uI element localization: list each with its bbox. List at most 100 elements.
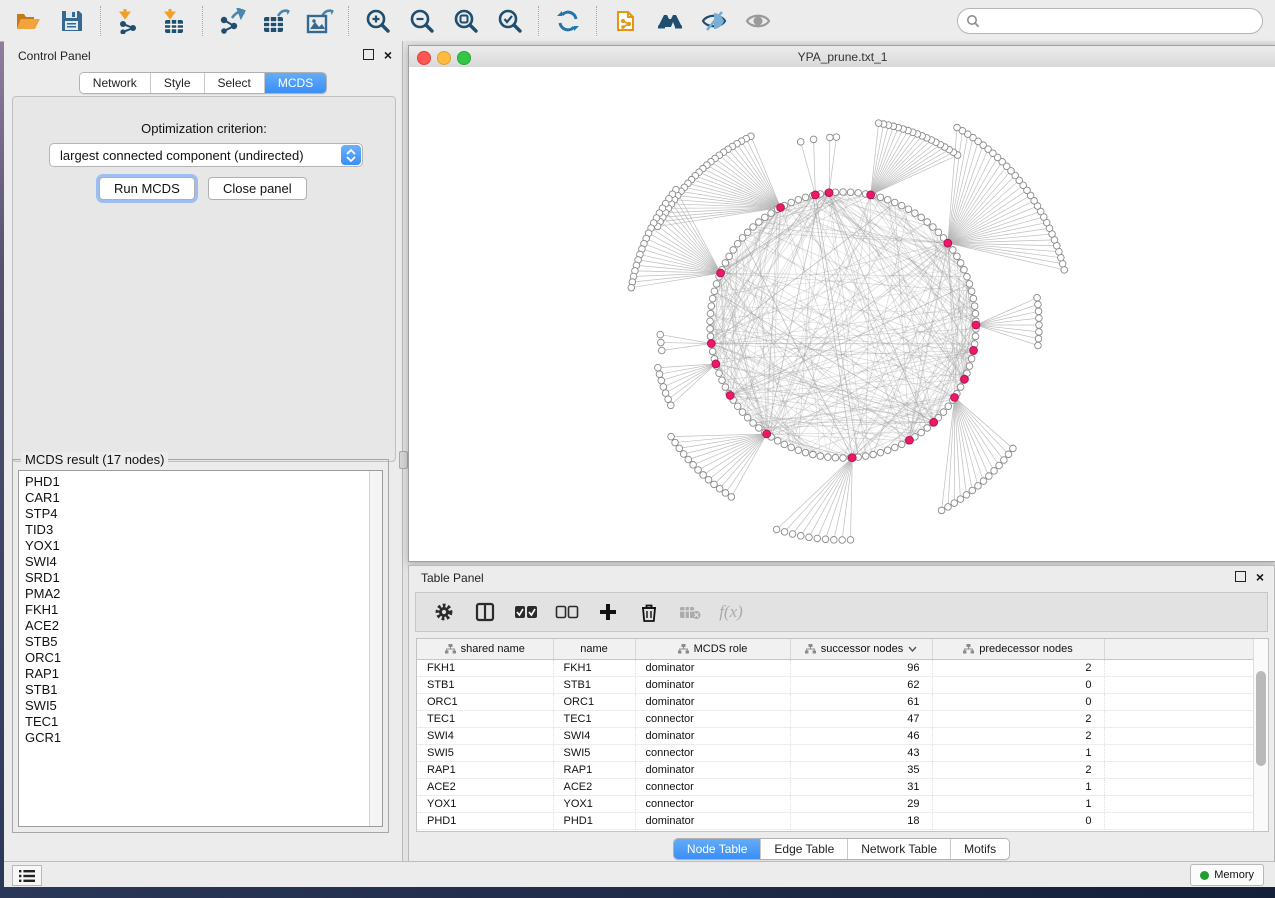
graph-node[interactable] (968, 288, 975, 295)
search-network-icon[interactable] (655, 7, 685, 35)
graph-leaf-node[interactable] (773, 526, 780, 533)
optimization-criterion-select[interactable]: largest connected component (undirected) (49, 143, 363, 167)
graph-hub-node[interactable] (961, 375, 969, 383)
tab-select[interactable]: Select (205, 73, 265, 93)
graph-leaf-node[interactable] (938, 507, 945, 514)
table-row[interactable]: RAP1RAP1dominator352 (417, 762, 1254, 779)
graph-node[interactable] (945, 403, 952, 410)
graph-leaf-node[interactable] (980, 478, 987, 485)
graph-node[interactable] (817, 453, 824, 460)
graph-leaf-node[interactable] (1034, 294, 1041, 301)
list-item[interactable]: ACE2 (25, 618, 382, 634)
graph-node[interactable] (756, 425, 763, 432)
graph-leaf-node[interactable] (690, 462, 697, 469)
graph-node[interactable] (756, 219, 763, 226)
graph-leaf-node[interactable] (975, 483, 982, 490)
scrollbar-thumb[interactable] (1256, 671, 1266, 766)
graph-node[interactable] (940, 409, 947, 416)
graph-hub-node[interactable] (712, 360, 720, 368)
network-window-titlebar[interactable]: YPA_prune.txt_1 (409, 46, 1275, 68)
graph-leaf-node[interactable] (1035, 308, 1042, 315)
graph-hub-node[interactable] (944, 239, 952, 247)
graph-leaf-node[interactable] (656, 371, 663, 378)
graph-node[interactable] (810, 451, 817, 458)
graph-leaf-node[interactable] (814, 535, 821, 542)
graph-node[interactable] (711, 288, 718, 295)
deselect-all-icon[interactable] (555, 600, 579, 624)
search-box[interactable] (957, 8, 1263, 34)
table-row[interactable]: FKH1FKH1dominator962 (417, 660, 1254, 677)
graph-leaf-node[interactable] (722, 490, 729, 497)
graph-node[interactable] (972, 310, 979, 317)
list-item[interactable]: PHD1 (25, 474, 382, 490)
graph-leaf-node[interactable] (991, 468, 998, 475)
graph-node[interactable] (840, 189, 847, 196)
graph-node[interactable] (847, 189, 854, 196)
graph-leaf-node[interactable] (945, 504, 952, 511)
list-item[interactable]: TID3 (25, 522, 382, 538)
graph-node[interactable] (709, 348, 716, 355)
list-item[interactable]: YOX1 (25, 538, 382, 554)
graph-node[interactable] (707, 310, 714, 317)
graph-node[interactable] (924, 425, 931, 432)
graph-node[interactable] (918, 214, 925, 221)
tab-motifs[interactable]: Motifs (951, 839, 1009, 859)
select-all-icon[interactable] (514, 600, 538, 624)
graph-node[interactable] (898, 202, 905, 209)
column-header-mcds-role[interactable]: MCDS role (635, 639, 790, 660)
graph-node[interactable] (954, 253, 961, 260)
graph-leaf-node[interactable] (822, 536, 829, 543)
graph-hub-node[interactable] (777, 204, 785, 212)
network-canvas[interactable] (409, 67, 1275, 561)
list-item[interactable]: TEC1 (25, 714, 382, 730)
tab-mcds[interactable]: MCDS (265, 73, 326, 93)
graph-leaf-node[interactable] (781, 529, 788, 536)
graph-leaf-node[interactable] (827, 134, 834, 141)
graph-hub-node[interactable] (972, 321, 980, 329)
graph-leaf-node[interactable] (847, 537, 854, 544)
graph-node[interactable] (750, 224, 757, 231)
graph-leaf-node[interactable] (1035, 342, 1042, 349)
graph-node[interactable] (781, 441, 788, 448)
graph-node[interactable] (957, 384, 964, 391)
zoom-out-icon[interactable] (407, 7, 437, 35)
graph-node[interactable] (734, 403, 741, 410)
graph-leaf-node[interactable] (711, 481, 718, 488)
table-vertical-scrollbar[interactable] (1253, 639, 1268, 831)
run-mcds-button[interactable]: Run MCDS (99, 177, 195, 200)
graph-leaf-node[interactable] (695, 467, 702, 474)
mcds-scrollbar[interactable] (369, 471, 382, 826)
graph-node[interactable] (788, 444, 795, 451)
table-row[interactable]: STB1STB1dominator620 (417, 677, 1254, 694)
graph-hub-node[interactable] (930, 418, 938, 426)
table-row[interactable]: ACE2ACE2connector311 (417, 779, 1254, 796)
tab-network-table[interactable]: Network Table (848, 839, 951, 859)
close-panel-button[interactable]: Close panel (208, 177, 307, 200)
save-session-icon[interactable] (57, 7, 87, 35)
tab-network[interactable]: Network (80, 73, 151, 93)
graph-hub-node[interactable] (867, 191, 875, 199)
graph-node[interactable] (707, 325, 714, 332)
graph-node[interactable] (716, 370, 723, 377)
graph-leaf-node[interactable] (700, 472, 707, 479)
zoom-fit-icon[interactable] (451, 7, 481, 35)
table-row[interactable]: SWI5SWI5connector431 (417, 745, 1254, 762)
graph-node[interactable] (739, 409, 746, 416)
graph-leaf-node[interactable] (1059, 260, 1066, 267)
graph-leaf-node[interactable] (797, 139, 804, 146)
graph-leaf-node[interactable] (672, 439, 679, 446)
close-panel-icon[interactable]: × (1256, 572, 1264, 582)
graph-node[interactable] (730, 247, 737, 254)
graph-leaf-node[interactable] (665, 396, 672, 403)
graph-leaf-node[interactable] (969, 487, 976, 494)
graph-leaf-node[interactable] (1005, 451, 1012, 458)
graph-leaf-node[interactable] (705, 476, 712, 483)
graph-node[interactable] (891, 199, 898, 206)
graph-hub-node[interactable] (811, 191, 819, 199)
list-item[interactable]: SWI5 (25, 698, 382, 714)
column-header-successor-nodes[interactable]: successor nodes (790, 639, 932, 660)
export-table-icon[interactable] (261, 7, 291, 35)
memory-button[interactable]: Memory (1190, 864, 1264, 886)
graph-node[interactable] (918, 429, 925, 436)
graph-leaf-node[interactable] (951, 500, 958, 507)
